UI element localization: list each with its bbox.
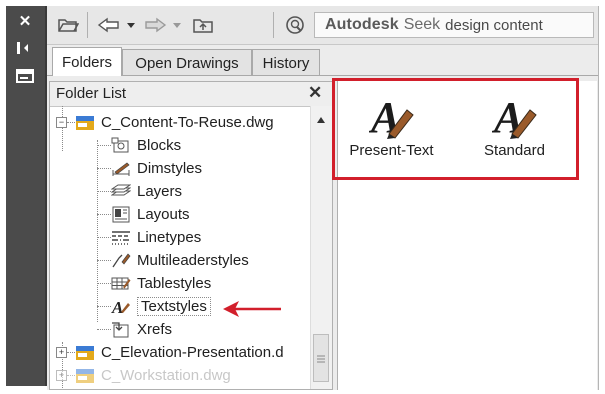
- content-item-label: Standard: [484, 142, 545, 159]
- dwg-file-icon: [75, 344, 95, 361]
- layouts-icon: [111, 206, 131, 223]
- content-item-present-text[interactable]: A Present-Text: [344, 88, 439, 159]
- toolbar-separator: [273, 12, 274, 38]
- linetypes-icon: [111, 229, 131, 246]
- tree-item-blocks[interactable]: Blocks: [97, 134, 181, 157]
- tree-item-workstation[interactable]: + C_Workstation.dwg: [56, 364, 231, 387]
- textstyle-icon: A: [467, 88, 562, 140]
- tree-item-textstyles[interactable]: A Textstyles: [97, 295, 211, 318]
- close-icon[interactable]: ✕: [11, 11, 39, 31]
- annotation-arrow: [221, 298, 283, 325]
- xrefs-icon: [111, 321, 131, 338]
- folder-list-header: Folder List ✕: [50, 82, 332, 107]
- tree-item-label: C_Elevation-Presentation.d: [101, 344, 284, 361]
- tablestyles-icon: [111, 275, 131, 292]
- toolbar-separator: [87, 12, 88, 38]
- expand-icon[interactable]: +: [56, 370, 67, 381]
- tree-item-content-to-reuse[interactable]: − C_Content-To-Reuse.dwg: [56, 111, 274, 134]
- blocks-icon: [111, 137, 131, 154]
- brand-seek: Seek: [403, 16, 441, 33]
- scroll-up-icon[interactable]: [316, 111, 326, 129]
- tree-item-label: Blocks: [137, 137, 182, 154]
- tree-item-label: Xrefs: [137, 321, 173, 338]
- dwg-file-icon: [75, 367, 95, 384]
- up-folder-icon[interactable]: [189, 14, 217, 36]
- tree-item-layers[interactable]: Layers: [97, 180, 182, 203]
- palette-strip: ✕: [6, 6, 45, 386]
- dwg-file-icon: [75, 114, 95, 131]
- scrollbar-thumb[interactable]: [313, 334, 329, 382]
- tree-item-tablestyles[interactable]: Tablestyles: [97, 272, 211, 295]
- brand-tagline: design content: [445, 16, 543, 34]
- search-icon[interactable]: [281, 14, 309, 36]
- tree-item-label: C_Content-To-Reuse.dwg: [101, 114, 274, 131]
- tab-history[interactable]: History: [252, 49, 320, 76]
- close-icon[interactable]: ✕: [308, 83, 322, 103]
- layers-icon: [111, 183, 131, 200]
- tab-baseline: [47, 75, 598, 76]
- collapse-icon[interactable]: −: [56, 117, 67, 128]
- tree-item-label: Layers: [137, 183, 183, 200]
- load-folder-icon[interactable]: [53, 14, 83, 36]
- forward-arrow-icon[interactable]: [141, 14, 169, 36]
- tree-item-label: Layouts: [137, 206, 190, 223]
- svg-text:A: A: [111, 298, 123, 315]
- folder-list-pane: Folder List ✕ − C_Content-To-Reuse.dwg B…: [49, 81, 333, 390]
- brand-name: Autodesk: [325, 16, 399, 33]
- tree-item-linetypes[interactable]: Linetypes: [97, 226, 201, 249]
- content-item-label: Present-Text: [349, 142, 434, 159]
- vertical-scrollbar[interactable]: [310, 106, 332, 389]
- textstyles-icon: A: [111, 298, 131, 315]
- tree-item-layouts[interactable]: Layouts: [97, 203, 190, 226]
- tab-folders[interactable]: Folders: [52, 47, 122, 76]
- tree-item-label: Dimstyles: [137, 160, 203, 177]
- tree-item-label: Tablestyles: [137, 275, 212, 292]
- tree-item-label: Linetypes: [137, 229, 202, 246]
- back-dropdown-icon[interactable]: [124, 14, 138, 36]
- content-item-standard[interactable]: A Standard: [467, 88, 562, 159]
- properties-icon[interactable]: [11, 66, 39, 86]
- textstyle-icon: A: [344, 88, 439, 140]
- design-center-window: Autodesk Seek design content Folders Ope…: [47, 6, 599, 390]
- toolbar: Autodesk Seek design content: [47, 6, 598, 45]
- forward-dropdown-icon[interactable]: [170, 14, 184, 36]
- autodesk-seek-button[interactable]: Autodesk Seek design content: [314, 12, 594, 38]
- back-arrow-icon[interactable]: [95, 14, 123, 36]
- tree-item-label: C_Workstation.dwg: [101, 367, 231, 384]
- tree-item-xrefs[interactable]: Xrefs: [97, 318, 172, 341]
- folder-list-title: Folder List: [56, 85, 127, 102]
- auto-hide-icon[interactable]: [11, 38, 39, 58]
- dimstyles-icon: [111, 160, 131, 177]
- expand-icon[interactable]: +: [56, 347, 67, 358]
- tree-item-label: Multileaderstyles: [137, 252, 249, 269]
- tab-open-drawings[interactable]: Open Drawings: [122, 49, 252, 76]
- multileaderstyles-icon: [111, 252, 131, 269]
- tree-item-label: Textstyles: [137, 297, 211, 316]
- tree-item-elevation-presentation[interactable]: + C_Elevation-Presentation.d: [56, 341, 284, 364]
- tree-item-dimstyles[interactable]: Dimstyles: [97, 157, 202, 180]
- tree-item-multileaderstyles[interactable]: Multileaderstyles: [97, 249, 249, 272]
